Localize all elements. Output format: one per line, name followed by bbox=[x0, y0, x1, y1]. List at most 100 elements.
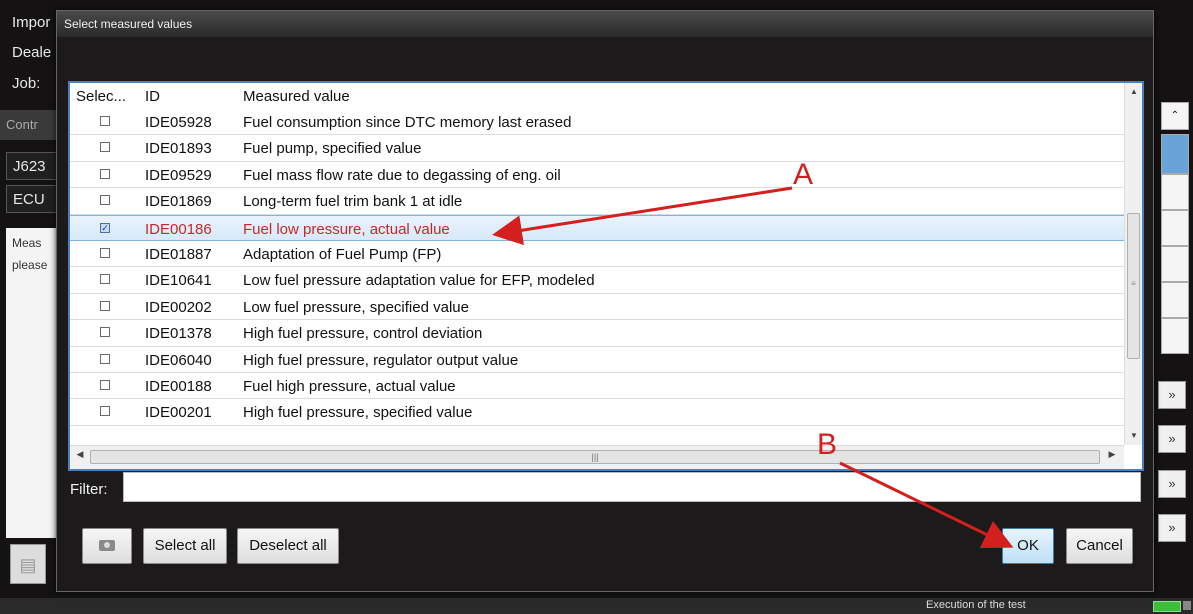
row-id: IDE01893 bbox=[145, 140, 212, 158]
row-measured-value: Fuel mass flow rate due to degassing of … bbox=[243, 166, 561, 184]
table-row[interactable]: IDE10641 Low fuel pressure adaptation val… bbox=[70, 267, 1124, 294]
info-line: Meas bbox=[12, 236, 42, 250]
annotation-label-b: B bbox=[817, 428, 838, 461]
job-label: Job: bbox=[12, 75, 41, 92]
row-checkbox[interactable] bbox=[100, 327, 110, 338]
row-measured-value: High fuel pressure, specified value bbox=[243, 404, 473, 422]
import-label: Impor bbox=[12, 14, 51, 31]
grid-rows: IDE05928 Fuel consumption since DTC memor… bbox=[70, 109, 1124, 445]
row-measured-value: Fuel low pressure, actual value bbox=[243, 220, 450, 238]
row-checkbox[interactable] bbox=[100, 247, 110, 258]
annotation-label-a: A bbox=[793, 158, 814, 191]
row-measured-value: Low fuel pressure adaptation value for E… bbox=[243, 272, 595, 290]
row-checkbox[interactable]: ✓ bbox=[100, 222, 110, 233]
table-row[interactable]: IDE01869 Long-term fuel trim bank 1 at id… bbox=[70, 188, 1124, 215]
row-checkbox[interactable] bbox=[100, 168, 110, 179]
row-measured-value: Fuel high pressure, actual value bbox=[243, 377, 456, 395]
camera-button[interactable] bbox=[82, 528, 132, 564]
row-id: IDE00201 bbox=[145, 404, 212, 422]
scroll-left-icon[interactable]: ◀ bbox=[72, 449, 88, 460]
chevron-down-icon[interactable]: » bbox=[1158, 425, 1186, 453]
side-tab[interactable] bbox=[1161, 210, 1189, 246]
control-strip[interactable]: Contr bbox=[0, 110, 60, 140]
ok-button[interactable]: OK bbox=[1002, 528, 1054, 564]
dialog-title: Select measured values bbox=[64, 17, 193, 31]
table-row[interactable]: IDE09529 Fuel mass flow rate due to degas… bbox=[70, 161, 1124, 189]
row-checkbox[interactable] bbox=[100, 353, 110, 364]
status-text: Execution of the test bbox=[926, 599, 1026, 611]
row-checkbox[interactable] bbox=[100, 274, 110, 285]
info-panel: Meas please bbox=[6, 228, 60, 538]
side-tab[interactable] bbox=[1161, 282, 1189, 318]
deselect-all-button[interactable]: Deselect all bbox=[237, 528, 339, 564]
row-id: IDE01378 bbox=[145, 325, 212, 343]
info-line: please bbox=[12, 258, 48, 272]
side-tab[interactable] bbox=[1161, 174, 1189, 210]
dialog-titlebar[interactable]: Select measured values bbox=[57, 11, 1153, 37]
table-row[interactable]: ✓ IDE00186 Fuel low pressure, actual value bbox=[70, 214, 1124, 241]
vertical-scroll-thumb[interactable]: ≡ bbox=[1127, 213, 1140, 359]
row-measured-value: High fuel pressure, regulator output val… bbox=[243, 351, 519, 369]
dealer-label: Deale bbox=[12, 44, 52, 61]
table-row[interactable]: IDE01893 Fuel pump, specified value bbox=[70, 135, 1124, 162]
grid-header: Selec... ID Measured value bbox=[70, 83, 1124, 110]
row-id: IDE06040 bbox=[145, 351, 212, 369]
table-row[interactable]: IDE00201 High fuel pressure, specified va… bbox=[70, 399, 1124, 426]
measured-values-grid: Selec... ID Measured value IDE05928 Fuel … bbox=[68, 81, 1144, 471]
chevron-down-icon[interactable]: » bbox=[1158, 470, 1186, 498]
horizontal-scroll-thumb[interactable]: ||| bbox=[90, 450, 1100, 464]
connection-icon bbox=[1183, 601, 1191, 610]
row-measured-value: Low fuel pressure, specified value bbox=[243, 298, 469, 316]
row-id: IDE10641 bbox=[145, 272, 212, 290]
collapse-up-icon[interactable]: ⌃ bbox=[1161, 102, 1189, 130]
chevron-down-icon[interactable]: » bbox=[1158, 514, 1186, 542]
status-bar: Execution of the test bbox=[0, 598, 1193, 614]
scroll-right-icon[interactable]: ▶ bbox=[1104, 449, 1120, 460]
table-row[interactable]: IDE06040 High fuel pressure, regulator ou… bbox=[70, 346, 1124, 373]
row-measured-value: Adaptation of Fuel Pump (FP) bbox=[243, 245, 442, 263]
column-header-select[interactable]: Selec... bbox=[76, 88, 126, 105]
column-header-measured-value[interactable]: Measured value bbox=[243, 88, 350, 105]
row-id: IDE00202 bbox=[145, 298, 212, 316]
camera-icon bbox=[99, 540, 115, 551]
filter-input[interactable] bbox=[123, 472, 1141, 502]
row-checkbox[interactable] bbox=[100, 406, 110, 417]
document-icon[interactable]: ▤ bbox=[10, 544, 46, 584]
vertical-scrollbar[interactable]: ▲ ≡ ▼ bbox=[1124, 83, 1142, 445]
row-id: IDE00188 bbox=[145, 377, 212, 395]
row-id: IDE01869 bbox=[145, 193, 212, 211]
battery-icon bbox=[1153, 601, 1181, 612]
row-id: IDE00186 bbox=[145, 220, 212, 238]
side-tab[interactable] bbox=[1161, 134, 1189, 174]
row-id: IDE05928 bbox=[145, 114, 212, 131]
row-checkbox[interactable] bbox=[100, 116, 110, 126]
horizontal-scrollbar[interactable]: ◀ ||| ▶ bbox=[70, 445, 1124, 469]
row-checkbox[interactable] bbox=[100, 142, 110, 153]
row-checkbox[interactable] bbox=[100, 379, 110, 390]
row-measured-value: High fuel pressure, control deviation bbox=[243, 325, 483, 343]
ecu-id-box[interactable]: J623 bbox=[6, 152, 60, 180]
row-id: IDE09529 bbox=[145, 166, 212, 184]
ecu-box[interactable]: ECU bbox=[6, 185, 60, 213]
select-all-button[interactable]: Select all bbox=[143, 528, 227, 564]
side-tab[interactable] bbox=[1161, 246, 1189, 282]
row-checkbox[interactable] bbox=[100, 195, 110, 206]
row-checkbox[interactable] bbox=[100, 300, 110, 311]
row-measured-value: Fuel consumption since DTC memory last e… bbox=[243, 114, 572, 131]
chevron-down-icon[interactable]: » bbox=[1158, 381, 1186, 409]
cancel-button[interactable]: Cancel bbox=[1066, 528, 1133, 564]
table-row[interactable]: IDE00188 Fuel high pressure, actual value bbox=[70, 372, 1124, 400]
filter-label: Filter: bbox=[70, 481, 108, 498]
scroll-up-icon[interactable]: ▲ bbox=[1125, 83, 1142, 101]
table-row[interactable]: IDE01378 High fuel pressure, control devi… bbox=[70, 320, 1124, 347]
table-row[interactable]: IDE01887 Adaptation of Fuel Pump (FP) bbox=[70, 240, 1124, 268]
table-row[interactable]: IDE00202 Low fuel pressure, specified val… bbox=[70, 293, 1124, 321]
row-measured-value: Fuel pump, specified value bbox=[243, 140, 422, 158]
select-measured-values-dialog: Select measured values Selec... ID Measu… bbox=[56, 10, 1154, 592]
column-header-id[interactable]: ID bbox=[145, 88, 160, 105]
row-measured-value: Long-term fuel trim bank 1 at idle bbox=[243, 193, 463, 211]
table-row[interactable]: IDE05928 Fuel consumption since DTC memor… bbox=[70, 109, 1124, 136]
row-id: IDE01887 bbox=[145, 245, 212, 263]
side-tab[interactable] bbox=[1161, 318, 1189, 354]
scroll-down-icon[interactable]: ▼ bbox=[1125, 427, 1142, 445]
